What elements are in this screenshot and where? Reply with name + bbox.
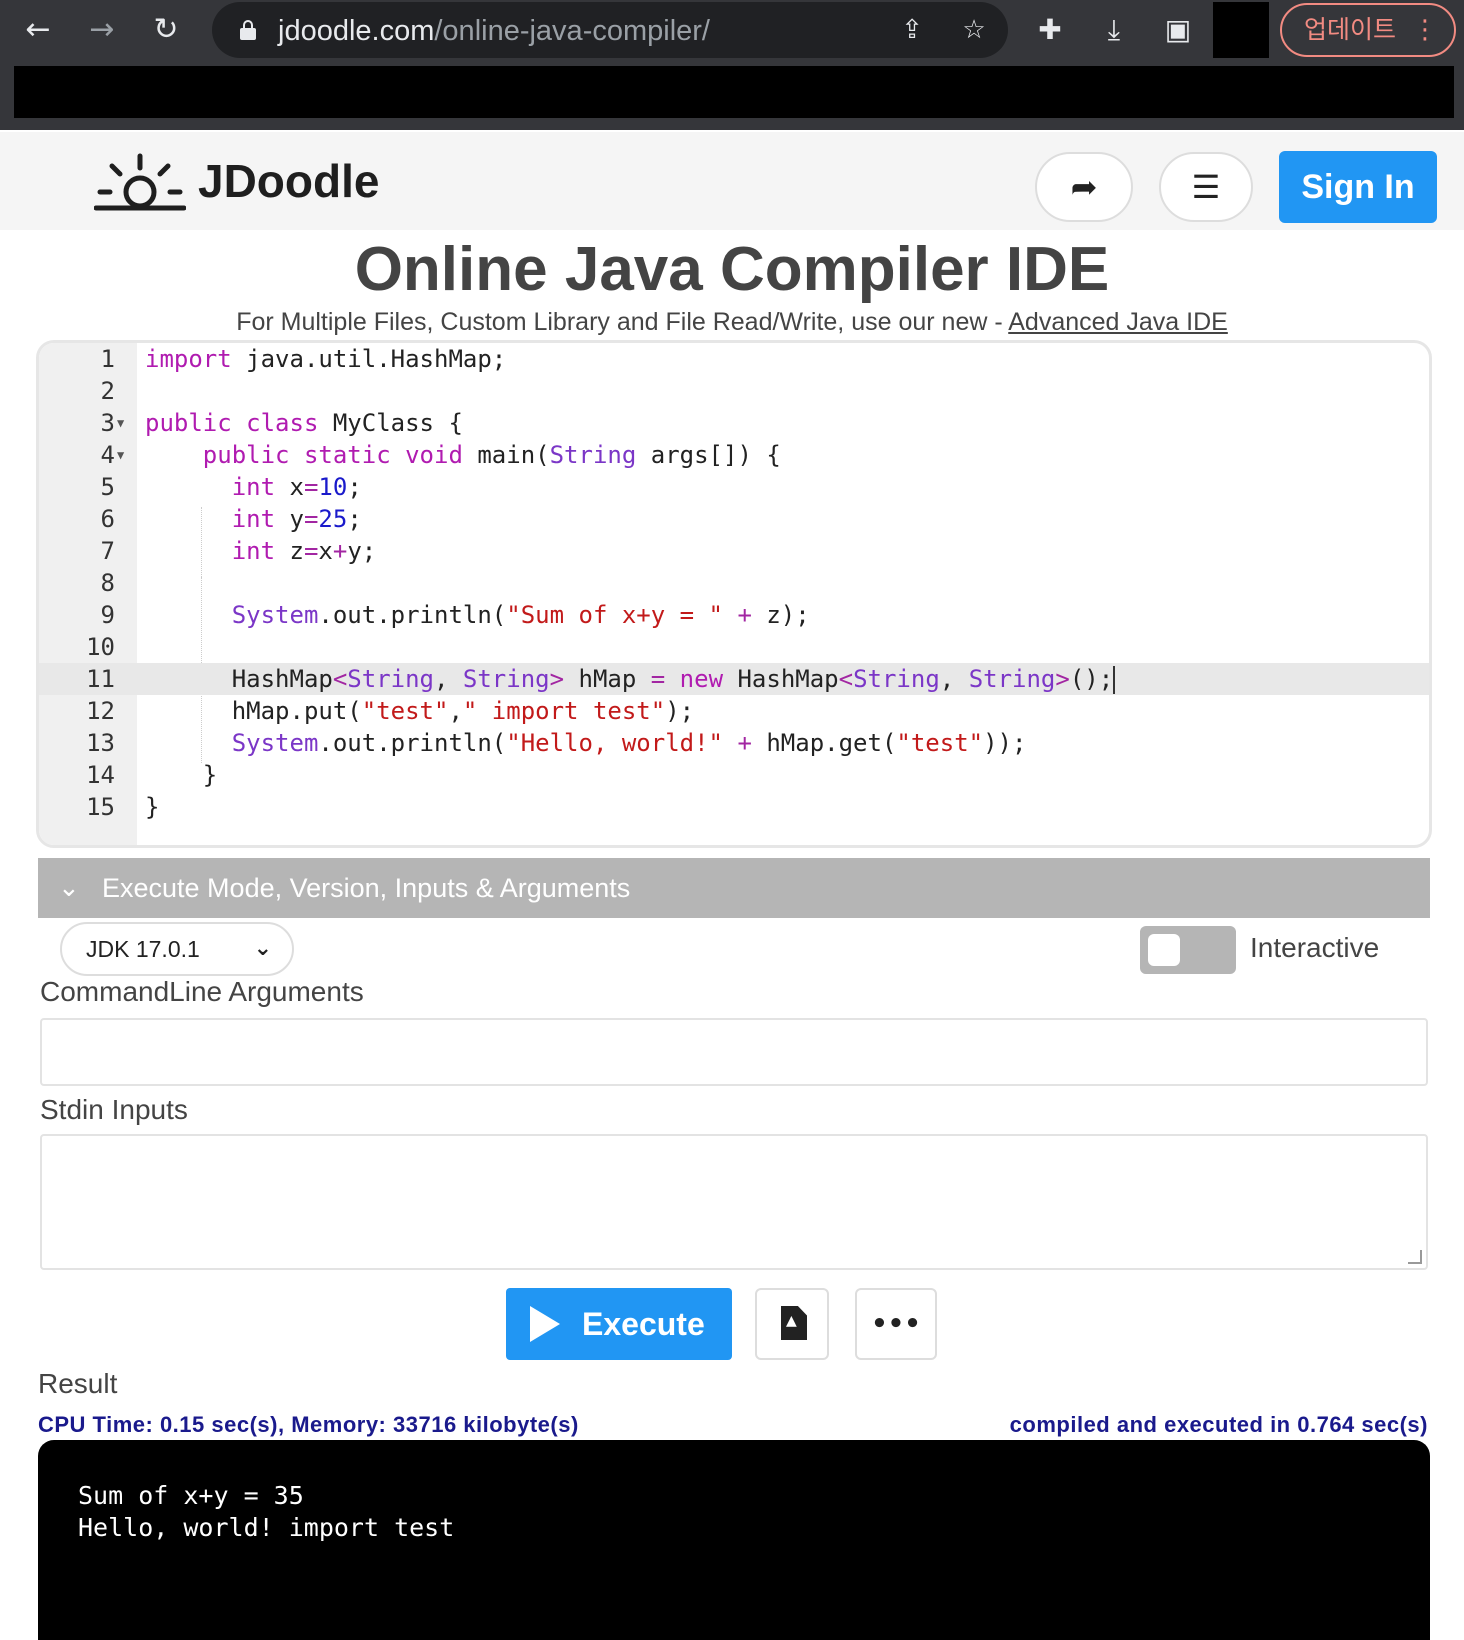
bookmark-star-icon[interactable]: ☆ xyxy=(954,10,994,50)
share-button[interactable]: ➦ xyxy=(1035,152,1133,222)
result-label: Result xyxy=(38,1368,118,1399)
jdoodle-logo[interactable]: JDoodle xyxy=(93,152,404,222)
stdin-label: Stdin Inputs xyxy=(40,1094,188,1125)
download-icon[interactable]: ⤓ xyxy=(1092,8,1136,52)
page-subtitle: For Multiple Files, Custom Library and F… xyxy=(236,308,1228,336)
profile-avatar[interactable] xyxy=(1213,2,1269,58)
cpu-memory-info: CPU Time: 0.15 sec(s), Memory: 33716 kil… xyxy=(38,1412,579,1437)
chevron-down-icon: ⌄ xyxy=(58,873,80,903)
more-options-button[interactable]: ••• xyxy=(855,1288,937,1360)
url-text[interactable]: jdoodle.com/online-java-compiler/ xyxy=(278,15,710,48)
fold-arrow-icon[interactable]: ▼ xyxy=(117,407,124,439)
update-button[interactable]: 업데이트 ⋮ xyxy=(1280,3,1456,57)
file-upload-icon xyxy=(781,1306,807,1340)
compile-time-info: compiled and executed in 0.764 sec(s) xyxy=(1009,1412,1428,1437)
side-panel-icon[interactable]: ▣ xyxy=(1156,8,1200,52)
execute-panel: JDK 17.0.1 ⌄ Interactive CommandLine Arg… xyxy=(38,918,1430,1640)
upload-file-button[interactable] xyxy=(755,1288,829,1360)
code-line[interactable]: 12 hMap.put("test"," import test"); xyxy=(39,695,1429,727)
hamburger-icon: ☰ xyxy=(1191,168,1221,206)
play-icon xyxy=(530,1306,560,1342)
output-line: Sum of x+y = 35 xyxy=(78,1481,304,1510)
cmdline-input[interactable] xyxy=(40,1018,1428,1086)
code-line[interactable]: 3 ▼ public class MyClass { xyxy=(39,407,1429,439)
code-editor[interactable]: 1 import java.util.HashMap; 2 3 ▼ public… xyxy=(36,340,1432,848)
reload-icon[interactable]: ↻ xyxy=(144,8,188,52)
output-line: Hello, world! import test xyxy=(78,1513,455,1542)
page-title: Online Java Compiler IDE xyxy=(354,235,1110,304)
code-line[interactable]: 5 int x=10; xyxy=(39,471,1429,503)
share-arrow-icon: ➦ xyxy=(1070,168,1098,206)
jdk-version-select[interactable]: JDK 17.0.1 ⌄ xyxy=(60,922,294,976)
browser-chrome: ← → ↻ jdoodle.com/online-java-compiler/ … xyxy=(0,0,1464,130)
fold-arrow-icon[interactable]: ▼ xyxy=(117,439,124,471)
code-line[interactable]: 9 System.out.println("Sum of x+y = " + z… xyxy=(39,599,1429,631)
address-bar[interactable]: jdoodle.com/online-java-compiler/ ⇪ ☆ xyxy=(212,2,1008,58)
bookmarks-bar xyxy=(14,66,1454,118)
sun-logo-icon xyxy=(93,153,187,211)
code-line[interactable]: 14 } xyxy=(39,759,1429,791)
code-line[interactable]: 1 import java.util.HashMap; xyxy=(39,343,1429,375)
code-line[interactable]: 6 int y=25; xyxy=(39,503,1429,535)
site-header: JDoodle ➦ ☰ Sign In xyxy=(0,132,1464,230)
code-line[interactable]: 7 int z=x+y; xyxy=(39,535,1429,567)
resize-handle-icon[interactable] xyxy=(1408,1250,1422,1264)
sign-in-button[interactable]: Sign In xyxy=(1279,151,1437,223)
forward-icon[interactable]: → xyxy=(80,8,124,52)
code-line[interactable]: 15 } xyxy=(39,791,1429,823)
code-line-active[interactable]: 11 HashMap<String, String> hMap = new Ha… xyxy=(39,663,1429,695)
lock-icon xyxy=(240,20,256,40)
code-line[interactable]: 8 xyxy=(39,567,1429,599)
stdin-input[interactable] xyxy=(40,1134,1428,1270)
execute-mode-toggle[interactable]: ⌄ Execute Mode, Version, Inputs & Argume… xyxy=(38,858,1430,918)
execute-button[interactable]: Execute xyxy=(506,1288,732,1360)
back-icon[interactable]: ← xyxy=(16,8,60,52)
share-icon[interactable]: ⇪ xyxy=(892,10,932,50)
code-line[interactable]: 2 xyxy=(39,375,1429,407)
more-dots-icon: ••• xyxy=(871,1309,921,1339)
code-line[interactable]: 10 xyxy=(39,631,1429,663)
code-line[interactable]: 4 ▼ public static void main(String args[… xyxy=(39,439,1429,471)
text-caret xyxy=(1113,666,1116,694)
menu-button[interactable]: ☰ xyxy=(1159,152,1253,222)
interactive-label: Interactive xyxy=(1250,932,1380,963)
extensions-icon[interactable]: ✚ xyxy=(1028,8,1072,52)
logo-text: JDoodle xyxy=(198,155,380,207)
interactive-toggle[interactable] xyxy=(1140,926,1236,974)
code-line[interactable]: 13 System.out.println("Hello, world!" + … xyxy=(39,727,1429,759)
cmdline-label: CommandLine Arguments xyxy=(40,976,364,1007)
output-console[interactable]: Sum of x+y = 35 Hello, world! import tes… xyxy=(38,1440,1430,1640)
advanced-ide-link[interactable]: Advanced Java IDE xyxy=(1008,308,1228,336)
more-menu-icon[interactable]: ⋮ xyxy=(1412,5,1438,55)
chevron-down-icon: ⌄ xyxy=(253,936,272,961)
